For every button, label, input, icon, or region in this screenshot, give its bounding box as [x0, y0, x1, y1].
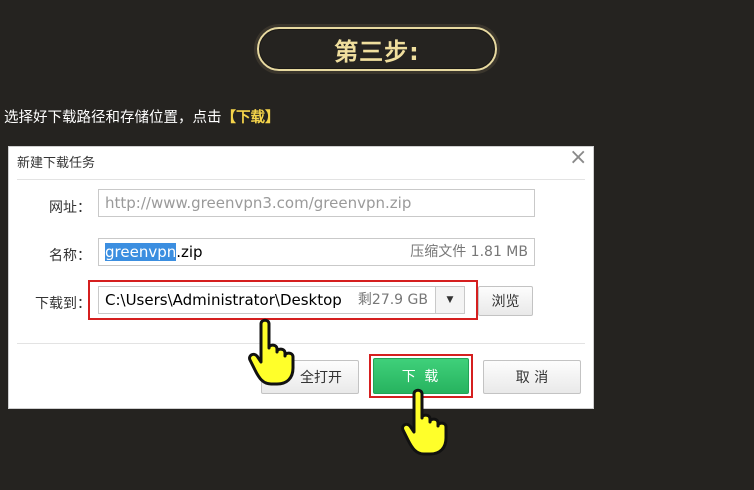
- file-type-size: 压缩文件 1.81 MB: [410, 244, 528, 260]
- instruction-highlight: 【下载】: [221, 110, 280, 126]
- dialog-title: 新建下载任务: [17, 156, 96, 171]
- cancel-label: 取 消: [515, 370, 549, 386]
- step-title-badge: 第三步:: [257, 27, 497, 71]
- title-divider: [17, 179, 585, 180]
- filename-selected-text: greenvpn: [105, 243, 177, 261]
- filename-extension: .zip: [176, 243, 203, 261]
- save-path-callout: [88, 280, 478, 320]
- pointer-hand-icon: [248, 318, 295, 386]
- instruction-body: 选择好下载路径和存储位置，点击: [4, 110, 222, 126]
- pointer-hand-icon: [401, 388, 448, 456]
- cancel-button[interactable]: 取 消: [483, 360, 581, 394]
- download-label: 下 载: [401, 369, 441, 385]
- url-label: 网址：: [49, 200, 91, 216]
- filename-input[interactable]: greenvpn.zip 压缩文件 1.81 MB: [98, 238, 535, 266]
- browse-button[interactable]: 浏览: [478, 286, 533, 316]
- save-to-label: 下载到：: [35, 296, 91, 312]
- instruction-text: 选择好下载路径和存储位置，点击【下载】: [4, 106, 280, 127]
- step-title: 第三步:: [334, 37, 420, 66]
- name-label: 名称：: [49, 248, 91, 264]
- url-field[interactable]: http://www.greenvpn3.com/greenvpn.zip: [98, 189, 535, 217]
- browse-label: 浏览: [491, 294, 520, 310]
- url-value: http://www.greenvpn3.com/greenvpn.zip: [105, 194, 412, 212]
- close-icon[interactable]: ×: [569, 147, 587, 169]
